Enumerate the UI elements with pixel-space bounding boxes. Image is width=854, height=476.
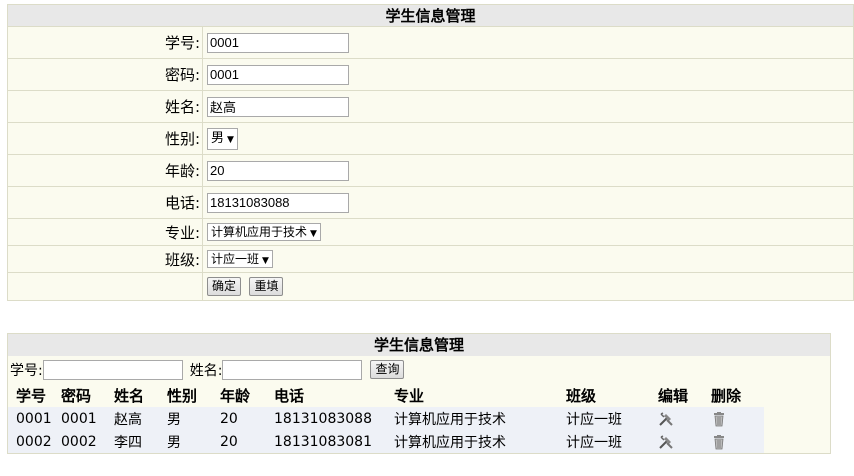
cell-gender: 男 <box>167 430 220 453</box>
col-header: 专业 <box>394 386 425 405</box>
dropdown-arrow-icon: ▼ <box>227 134 234 145</box>
name-label: 姓名: <box>7 90 203 123</box>
age-input[interactable] <box>207 160 349 181</box>
cell-age: 20 <box>220 430 274 453</box>
form-title: 学生信息管理 <box>7 4 854 27</box>
reset-button[interactable]: 重填 <box>249 277 284 296</box>
phone-label: 电话: <box>7 186 203 219</box>
cell-phone: 18131083088 <box>274 407 394 430</box>
dropdown-arrow-icon: ▼ <box>262 256 269 266</box>
student-form: 学生信息管理 学号: 密码: 姓名: 性别: 男▼ 年龄: 电话: 专业: 计算… <box>7 4 854 301</box>
edit-cell <box>658 430 711 453</box>
cell-name: 李四 <box>114 430 167 453</box>
cell-major: 计算机应用于技术 <box>394 430 566 453</box>
cell-name: 赵高 <box>114 407 167 430</box>
cell-gender: 男 <box>167 407 220 430</box>
password-label: 密码: <box>7 58 203 91</box>
cell-age: 20 <box>220 407 274 430</box>
major-label: 专业: <box>7 218 203 246</box>
search-id-input[interactable] <box>42 359 183 380</box>
search-name-input[interactable] <box>222 359 363 380</box>
gender-select[interactable]: 男 ▼ <box>207 127 238 150</box>
class-label: 班级: <box>7 245 203 273</box>
delete-cell <box>711 430 764 453</box>
class-select[interactable]: 计应一班 ▼ <box>207 250 273 268</box>
phone-input[interactable] <box>207 192 349 213</box>
col-header: 班级 <box>566 386 597 405</box>
class-select-value: 计应一班 <box>211 252 260 266</box>
search-bar: 学号: 姓名: 查询 <box>8 356 830 383</box>
col-header: 编辑 <box>658 386 689 405</box>
col-header: 电话 <box>274 386 305 405</box>
edit-tools-icon[interactable] <box>658 411 674 427</box>
confirm-button[interactable]: 确定 <box>207 277 242 296</box>
student-id-label: 学号: <box>7 26 203 59</box>
edit-cell <box>658 407 711 430</box>
cell-class: 计应一班 <box>566 407 658 430</box>
col-header: 姓名 <box>114 386 145 405</box>
trash-icon[interactable] <box>711 434 727 450</box>
list-title: 学生信息管理 <box>8 334 830 356</box>
student-id-input[interactable] <box>207 32 349 53</box>
password-input[interactable] <box>207 64 349 85</box>
gender-label: 性别: <box>7 122 203 155</box>
col-header: 年龄 <box>220 386 251 405</box>
name-input[interactable] <box>207 96 349 117</box>
edit-tools-icon[interactable] <box>658 434 674 450</box>
col-header: 密码 <box>61 386 92 405</box>
col-header: 删除 <box>711 386 742 405</box>
student-table: 学号 密码 姓名 性别 年龄 电话 专业 班级 编辑 删除 0001 0001 … <box>8 383 764 453</box>
gender-select-value: 男 <box>211 130 225 146</box>
major-select[interactable]: 计算机应用于技术 ▼ <box>207 223 321 241</box>
cell-password: 0002 <box>61 430 114 453</box>
search-button[interactable]: 查询 <box>370 360 405 379</box>
cell-id: 0001 <box>8 407 61 430</box>
student-list-panel: 学生信息管理 学号: 姓名: 查询 学号 密码 姓名 性别 年龄 电话 专业 班… <box>7 333 831 454</box>
table-row: 0001 0001 赵高 男 20 18131083088 计算机应用于技术 计… <box>8 407 764 430</box>
dropdown-arrow-icon: ▼ <box>310 229 317 239</box>
col-header: 性别 <box>167 386 198 405</box>
major-select-value: 计算机应用于技术 <box>211 225 308 239</box>
cell-password: 0001 <box>61 407 114 430</box>
cell-class: 计应一班 <box>566 430 658 453</box>
table-row: 0002 0002 李四 男 20 18131083081 计算机应用于技术 计… <box>8 430 764 453</box>
age-label: 年龄: <box>7 154 203 187</box>
search-id-label: 学号: <box>10 362 43 379</box>
cell-major: 计算机应用于技术 <box>394 407 566 430</box>
trash-icon[interactable] <box>711 411 727 427</box>
cell-phone: 18131083081 <box>274 430 394 453</box>
delete-cell <box>711 407 764 430</box>
col-header: 学号 <box>16 386 47 405</box>
search-name-label: 姓名: <box>189 362 223 379</box>
table-header-row: 学号 密码 姓名 性别 年龄 电话 专业 班级 编辑 删除 <box>8 383 764 407</box>
cell-id: 0002 <box>8 430 61 453</box>
